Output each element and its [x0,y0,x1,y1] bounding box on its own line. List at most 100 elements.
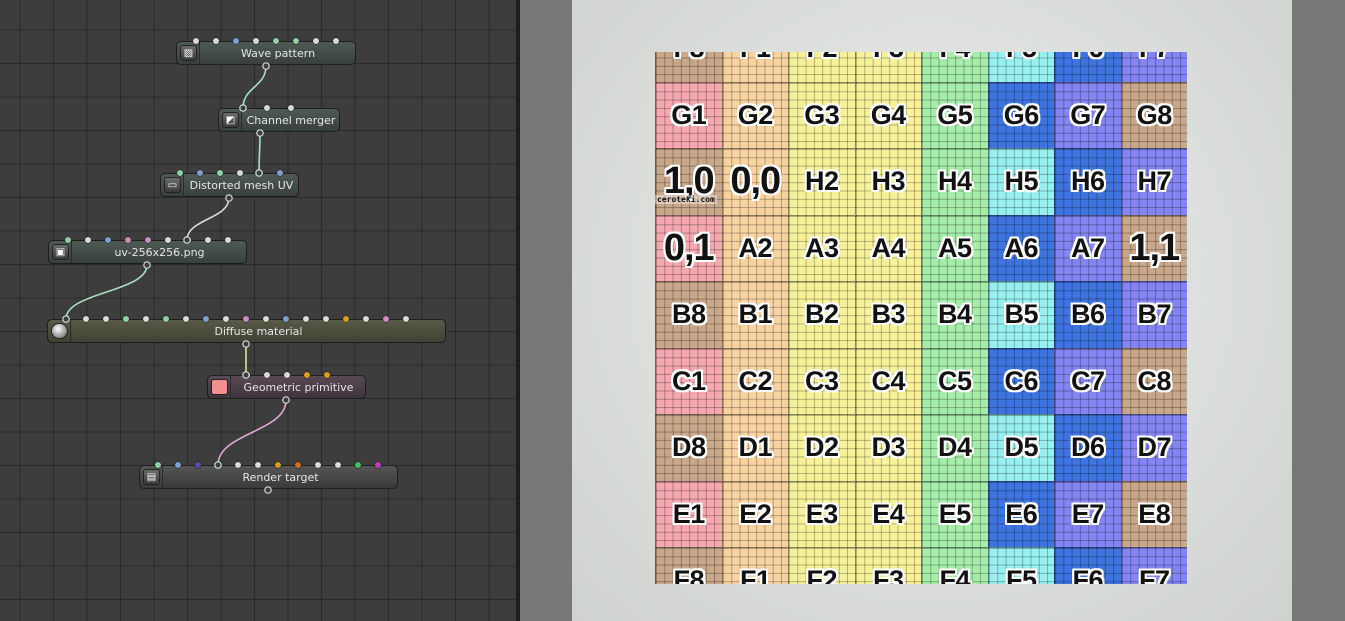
node-diffuse[interactable]: Diffuse material [47,319,446,343]
node-title: uv-256x256.png [114,246,205,259]
texture-tile: F8 [655,547,723,584]
tile-label: E6 [1005,498,1038,529]
texture-tile: 1,0 [655,148,723,216]
tile-label: E5 [938,498,972,529]
tile-label: F5 [1006,52,1037,64]
texture-tile: E2 [721,480,789,548]
tile-label: A4 [871,232,905,263]
node-title: Wave pattern [240,47,316,60]
tile-label: D1 [738,432,772,463]
texture-tile: G1 [655,81,723,149]
texture-tile: G5 [921,81,989,149]
texture-tile: B1 [721,281,789,349]
tile-label: A6 [1004,232,1038,263]
tile-label: F5 [1005,565,1037,584]
tile-label: C5 [937,365,972,396]
tile-label: 0,1 [663,226,715,269]
texture-tile: B7 [1120,281,1187,349]
texture-tile: D6 [1054,414,1122,482]
tile-label: F4 [939,52,970,64]
tile-label: B3 [871,299,905,330]
tile-label: G7 [1070,99,1106,130]
texture-tile: D1 [721,414,789,482]
tile-label: E7 [1071,498,1105,529]
texture-tile: B6 [1054,281,1122,349]
tile-label: H7 [1137,166,1171,197]
tile-label: G3 [804,99,840,130]
tile-label: F4 [939,565,970,584]
texture-tile: F3 [854,547,922,584]
node-render[interactable]: ▤ Render target [139,465,398,489]
tile-label: C7 [1070,365,1105,396]
texture-tile: C1 [655,347,723,415]
node-title: Render target [242,471,319,484]
texture-tile: C8 [1120,347,1187,415]
texture-tile: F5 [987,547,1055,584]
texture-tile: D7 [1120,414,1187,482]
texture-tile: A6 [987,214,1055,282]
tile-label: H2 [804,166,839,197]
tile-label: B6 [1070,299,1105,330]
texture-tile: B4 [921,281,989,349]
tile-label: D5 [1004,432,1038,463]
texture-tile: E4 [854,480,922,548]
texture-tile: C3 [788,347,856,415]
render-viewport[interactable]: F8 F1 F2 F3 F4 F5 F6 F7 G1 G2 G3 G4 G5 G6 G7 G8 1,00,0 H2… [520,0,1345,621]
tile-label: F8 [673,52,704,64]
tile-label: G1 [671,99,707,130]
tile-label: G4 [870,99,907,130]
wire [217,399,287,466]
texture-tile: F6 [1054,547,1122,584]
image-file-icon: ▣ [52,244,69,260]
texture-tile: F4 [921,52,989,83]
node-title: Distorted mesh UV [189,179,294,192]
texture-tile: C2 [721,347,789,415]
tile-label: B7 [1137,299,1171,330]
tile-label: C2 [738,365,772,396]
node-geo[interactable]: Geometric primitive [207,375,366,399]
wire [258,132,261,174]
node-wave[interactable]: ▨ Wave pattern [176,41,356,65]
tile-label: D6 [1070,432,1105,463]
terminal-icon: ▭ [164,177,181,193]
texture-tile: G3 [788,81,856,149]
texture-tile: H2 [788,148,856,216]
texture-tile: F6 [1054,52,1122,83]
tile-label: G6 [1003,99,1040,130]
texture-tile: G4 [854,81,922,149]
texture-tile: F1 [721,52,789,83]
tile-label: A7 [1070,232,1105,263]
tile-label: G5 [937,99,973,130]
tile-label: F2 [806,52,837,64]
tile-label: B1 [738,299,772,330]
node-merger[interactable]: ◩ Channel merger [218,108,340,132]
texture-tile: F5 [987,52,1055,83]
texture-tile: C4 [854,347,922,415]
tile-label: D8 [671,432,706,463]
tile-label: F7 [1139,52,1170,64]
texture-tile: E7 [1054,480,1122,548]
wire [186,197,230,241]
node-title: Geometric primitive [243,381,354,394]
texture-tile: H4 [921,148,989,216]
wire [242,65,267,109]
texture-tile: D2 [788,414,856,482]
gradient-image-icon: ▨ [180,45,197,61]
monitor-icon: ▤ [143,469,160,485]
node-distort[interactable]: ▭ Distorted mesh UV [160,173,299,197]
texture-tile: B5 [987,281,1055,349]
tile-label: C4 [871,365,905,396]
texture-tile: E5 [921,480,989,548]
texture-tile: B2 [788,281,856,349]
tile-label: B8 [671,299,706,330]
tile-label: E2 [739,498,772,529]
texture-tile: A3 [788,214,856,282]
node-graph-editor[interactable]: ▨ Wave pattern ◩ Channel merger ▭ Distorted m… [0,0,516,621]
tile-label: A2 [738,232,772,263]
texture-tile: G6 [987,81,1055,149]
square-icon [211,379,228,395]
node-uvpng[interactable]: ▣ uv-256x256.png [48,240,247,264]
texture-tile: 0,0 [721,148,789,216]
texture-tile: H3 [854,148,922,216]
tile-label: C8 [1137,365,1171,396]
